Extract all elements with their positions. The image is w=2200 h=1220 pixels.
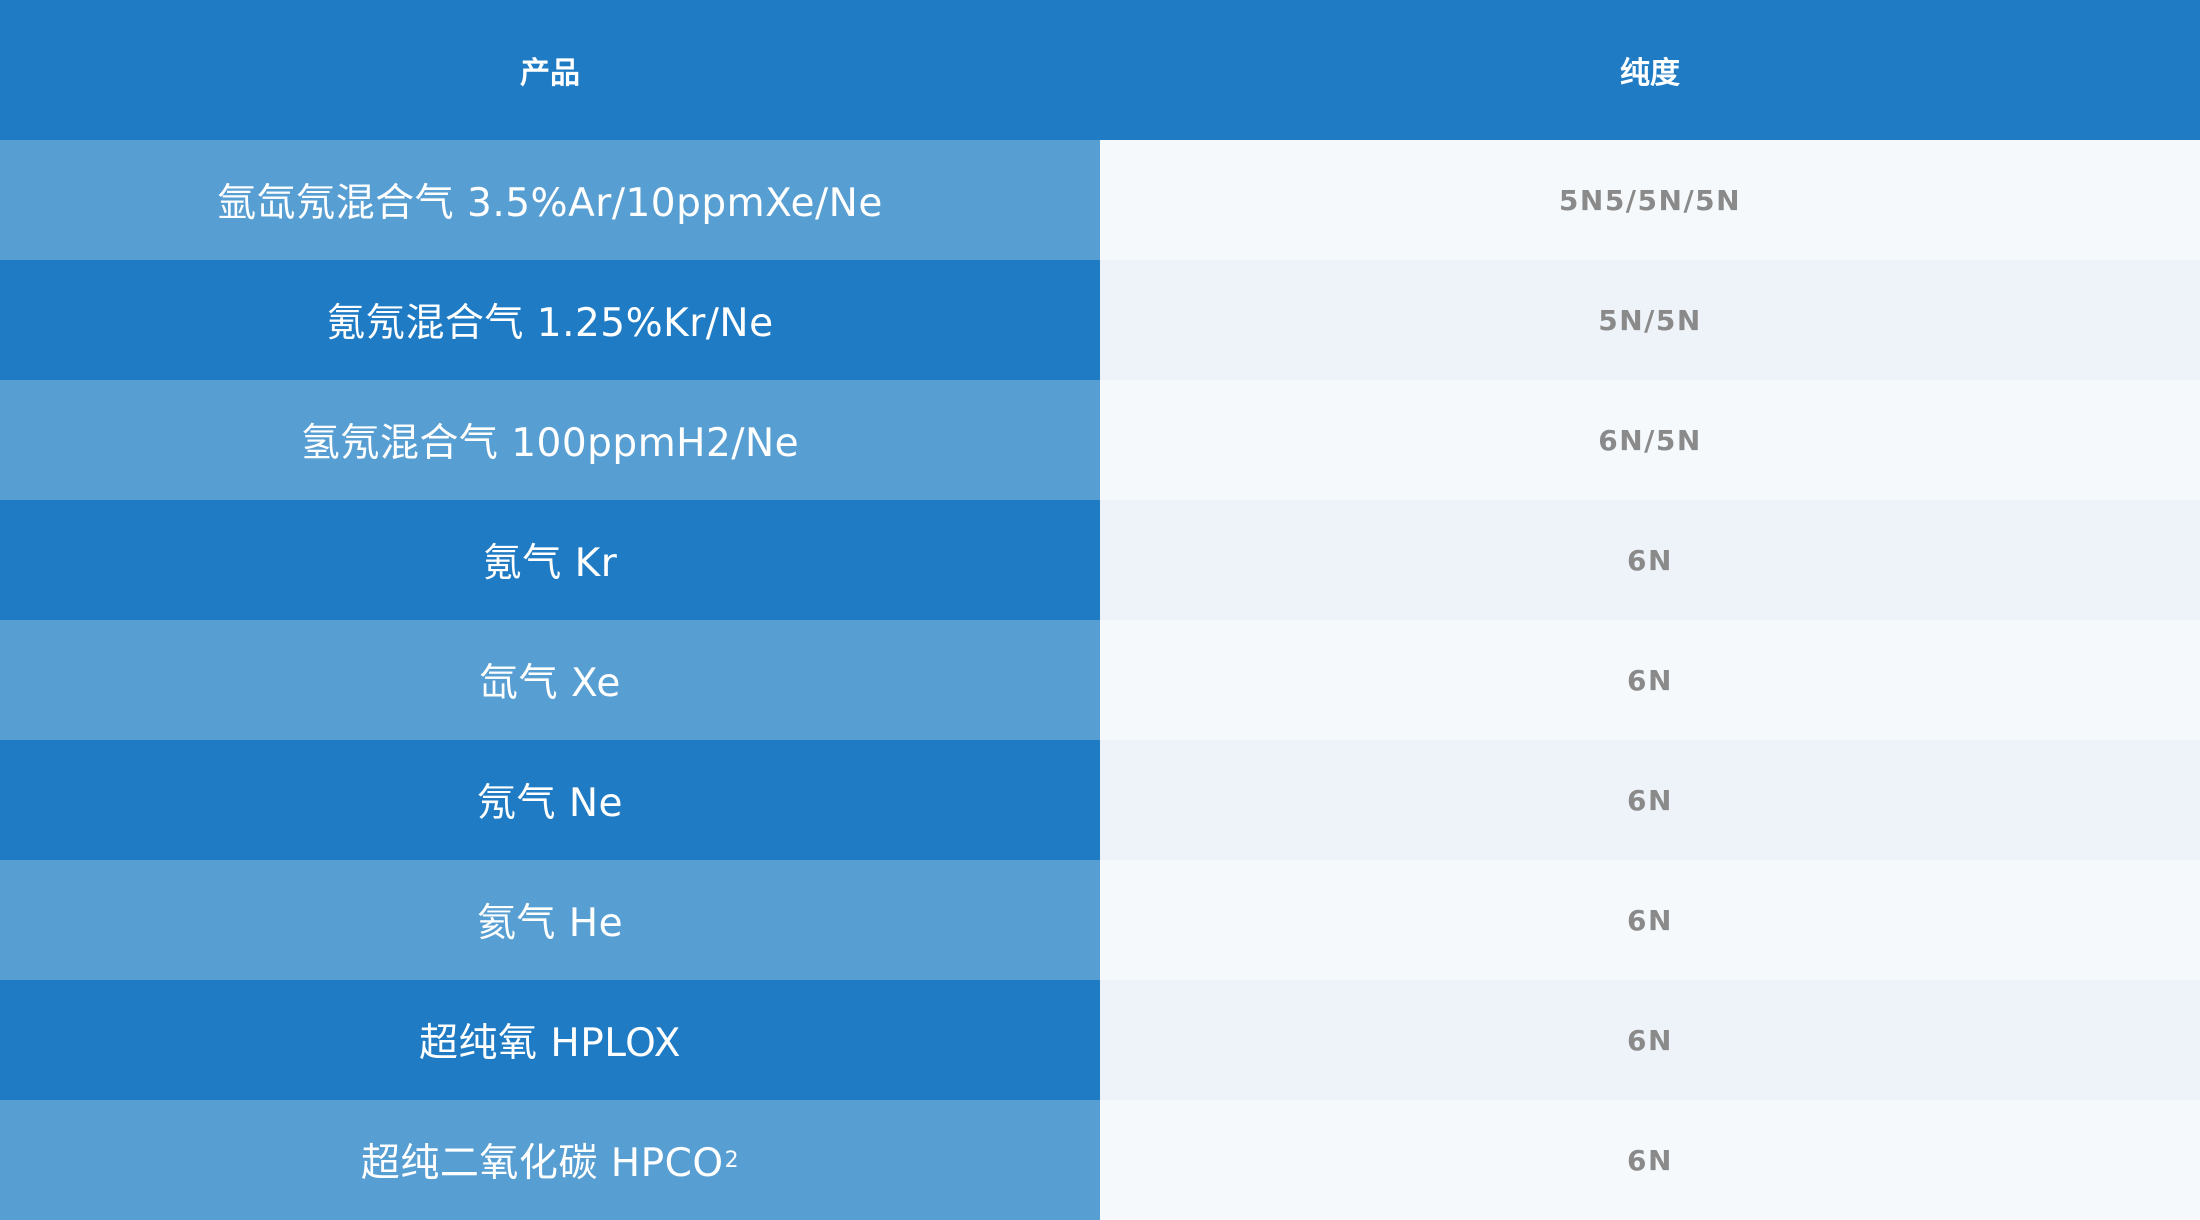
purity-cell: 5N5/5N/5N	[1100, 140, 2200, 260]
purity-cell: 6N/5N	[1100, 380, 2200, 500]
header-purity: 纯度	[1100, 0, 2200, 140]
product-cell: 氩氙氖混合气 3.5%Ar/10ppmXe/Ne	[0, 140, 1100, 260]
purity-cell: 6N	[1100, 860, 2200, 980]
product-cell: 超纯二氧化碳 HPCO 2	[0, 1100, 1100, 1220]
product-cell: 氢氖混合气 100ppmH2/Ne	[0, 380, 1100, 500]
purity-cell: 6N	[1100, 740, 2200, 860]
product-purity-table: 产品 纯度 氩氙氖混合气 3.5%Ar/10ppmXe/Ne 5N5/5N/5N…	[0, 0, 2200, 1220]
purity-cell: 5N/5N	[1100, 260, 2200, 380]
product-cell: 超纯氧 HPLOX	[0, 980, 1100, 1100]
product-cell: 氖气 Ne	[0, 740, 1100, 860]
product-cell: 氦气 He	[0, 860, 1100, 980]
product-cell: 氪气 Kr	[0, 500, 1100, 620]
product-cell: 氪氖混合气 1.25%Kr/Ne	[0, 260, 1100, 380]
product-text: 超纯二氧化碳 HPCO	[360, 1141, 724, 1186]
product-cell: 氙气 Xe	[0, 620, 1100, 740]
purity-cell: 6N	[1100, 620, 2200, 740]
purity-cell: 6N	[1100, 1100, 2200, 1220]
header-product: 产品	[0, 0, 1100, 140]
product-subscript: 2	[724, 1147, 740, 1173]
purity-cell: 6N	[1100, 980, 2200, 1100]
purity-cell: 6N	[1100, 500, 2200, 620]
